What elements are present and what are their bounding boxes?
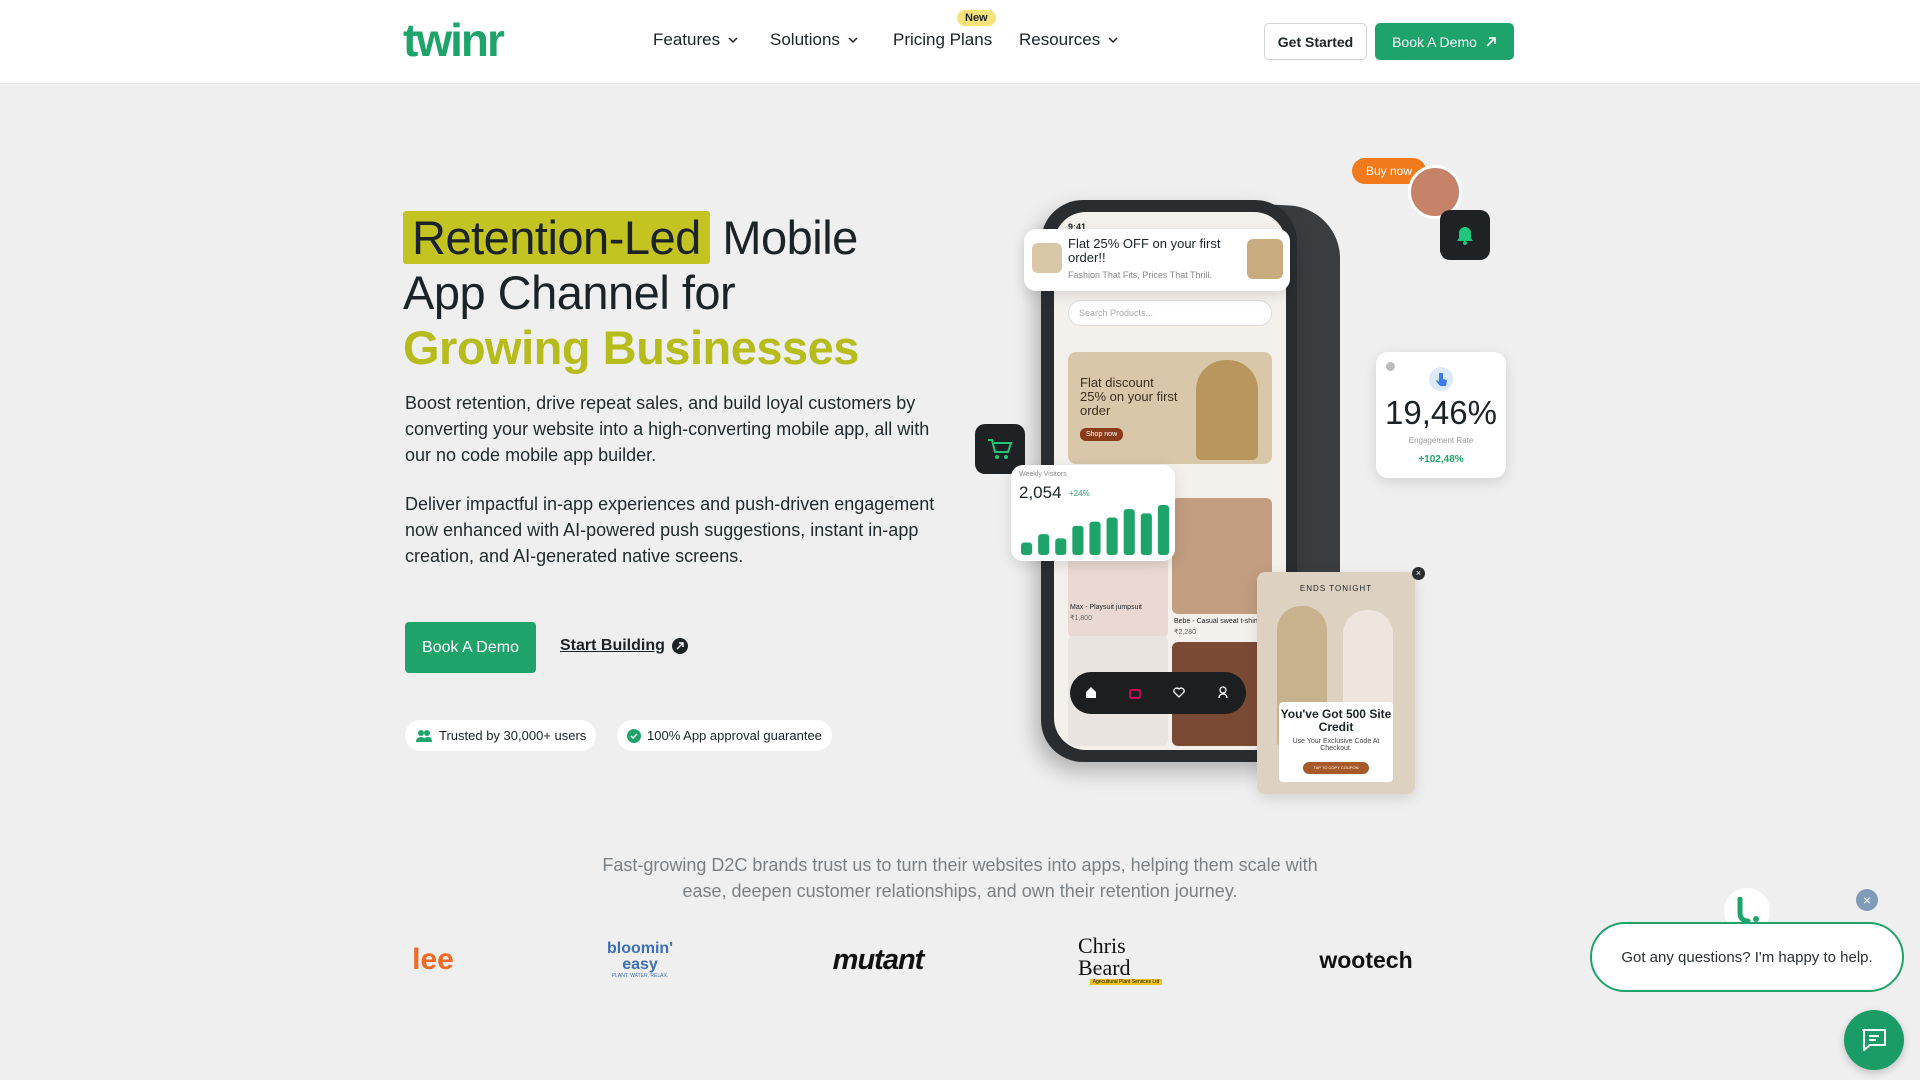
coupon-popup: ENDS TONIGHT You've Got 500 Site Credit … bbox=[1257, 572, 1415, 794]
check-circle-icon bbox=[627, 728, 641, 743]
engagement-delta: +102,48% bbox=[1418, 454, 1464, 465]
nav-pricing-plans[interactable]: Pricing Plans bbox=[893, 30, 992, 50]
top-navbar: twinr Features Solutions New Pricing Pla… bbox=[0, 0, 1920, 84]
product-2-name: Bebe - Casual sweat t-shirt bbox=[1174, 618, 1259, 625]
engagement-dot bbox=[1386, 362, 1395, 371]
nav-solutions-label: Solutions bbox=[770, 30, 840, 49]
visitors-bar bbox=[1123, 509, 1135, 555]
nav-pricing-label: Pricing Plans bbox=[893, 30, 993, 49]
brand-logo-wootech: wootech bbox=[1319, 946, 1413, 973]
chevron-down-icon bbox=[848, 37, 858, 44]
bag-icon bbox=[1129, 689, 1141, 699]
weekly-visitors-card: Weekly Visitors 2,054 +24% bbox=[1011, 465, 1175, 561]
new-badge: New bbox=[957, 10, 996, 26]
brand-logo-lee: lee bbox=[412, 943, 454, 976]
chat-close-icon[interactable]: × bbox=[1856, 889, 1878, 911]
chat-icon bbox=[1862, 1029, 1886, 1051]
product-2-price: ₹2,280 bbox=[1174, 629, 1196, 636]
product-1-name: Max - Playsuit jumpsuit bbox=[1070, 604, 1142, 611]
brand-logo-mutant: mutant bbox=[832, 943, 925, 976]
home-icon bbox=[1086, 687, 1096, 698]
nav-resources-label: Resources bbox=[1019, 30, 1101, 49]
visitors-bar bbox=[1021, 542, 1033, 555]
start-building-link[interactable]: Start Building bbox=[560, 637, 689, 655]
twinr-logo[interactable]: twinr bbox=[403, 18, 555, 62]
notification-tile bbox=[1440, 210, 1490, 260]
get-started-button[interactable]: Get Started bbox=[1264, 23, 1367, 60]
banner-shop-button: Shop now bbox=[1080, 428, 1124, 441]
visitors-bar bbox=[1140, 513, 1152, 555]
nav-resources[interactable]: Resources bbox=[1019, 30, 1120, 50]
trusted-users-text: Trusted by 30,000+ users bbox=[439, 728, 587, 743]
heart-icon bbox=[1173, 687, 1185, 698]
visitors-bar bbox=[1106, 517, 1118, 555]
hero-book-demo-button[interactable]: Book A Demo bbox=[405, 622, 536, 673]
chevron-down-icon bbox=[1108, 37, 1118, 44]
engagement-value: 19,46% bbox=[1385, 394, 1497, 431]
notification-app-icon bbox=[1032, 243, 1062, 273]
hero-paragraph-2: Deliver impactful in-app experiences and… bbox=[405, 494, 935, 566]
visitors-bar bbox=[1089, 521, 1101, 555]
nav-book-demo-button[interactable]: Book A Demo bbox=[1375, 23, 1514, 60]
arrow-circle-icon bbox=[671, 638, 688, 654]
brand-logo-chris-beard: Chris Beard Agricultural Plant Services … bbox=[1078, 935, 1174, 985]
app-banner: Flat discount 25% on your first order Sh… bbox=[1068, 352, 1272, 464]
headline-part1: Mobile bbox=[709, 211, 858, 264]
nav-book-demo-label: Book A Demo bbox=[1392, 33, 1477, 50]
nav-features-label: Features bbox=[653, 30, 721, 49]
start-building-label: Start Building bbox=[560, 637, 665, 654]
visitors-label: Weekly Visitors bbox=[1019, 471, 1067, 478]
visitors-bar bbox=[1038, 534, 1050, 555]
popup-subtitle: Use Your Exclusive Code At Checkout. bbox=[1292, 738, 1380, 752]
headline-highlight: Retention-Led bbox=[403, 211, 710, 264]
popup-title: You've Got 500 Site Credit bbox=[1280, 707, 1392, 734]
notification-title: Flat 25% OFF on your first order!! bbox=[1068, 236, 1221, 265]
notification-subtitle: Fashion That Fits, Prices That Thrill. bbox=[1068, 270, 1213, 280]
headline-line3: Growing Businesses bbox=[403, 321, 859, 374]
bell-icon bbox=[1457, 227, 1473, 245]
engagement-label: Engagement Rate bbox=[1408, 436, 1474, 445]
visitors-bar bbox=[1157, 505, 1169, 555]
touch-icon bbox=[1429, 367, 1453, 391]
approval-guarantee-pill: 100% App approval guarantee bbox=[617, 720, 832, 751]
user-icon bbox=[1218, 686, 1228, 699]
hero-paragraph-1: Boost retention, drive repeat sales, and… bbox=[405, 393, 930, 465]
headline-line2: App Channel for bbox=[403, 266, 736, 319]
product-1-price: ₹1,800 bbox=[1070, 615, 1092, 622]
users-icon bbox=[416, 729, 432, 742]
banner-text: Flat discount 25% on your first order bbox=[1080, 375, 1178, 418]
arrow-up-right-icon bbox=[1486, 36, 1496, 47]
engagement-rate-card: 19,46% Engagement Rate +102,48% bbox=[1376, 352, 1506, 478]
visitors-value: 2,054 bbox=[1019, 483, 1062, 502]
popup-ends-label: ENDS TONIGHT bbox=[1299, 584, 1373, 593]
app-bottom-nav bbox=[1070, 672, 1246, 714]
visitors-bar bbox=[1055, 538, 1067, 555]
hero-headline: Retention-Led Mobile App Channel for Gro… bbox=[403, 210, 963, 375]
trust-statement: Fast-growing D2C brands trust us to turn… bbox=[602, 855, 1318, 901]
nav-features[interactable]: Features bbox=[653, 30, 740, 50]
visitors-bar bbox=[1072, 525, 1084, 555]
nav-solutions[interactable]: Solutions bbox=[770, 30, 860, 50]
banner-model-image bbox=[1196, 360, 1258, 460]
cart-icon bbox=[988, 439, 1013, 459]
brand-logo-bloomin-easy: bloomin' easy PLANT. WATER. RELAX. bbox=[606, 940, 673, 980]
popup-copy-button: TAP TO COPY COUPON bbox=[1303, 762, 1369, 774]
approval-text: 100% App approval guarantee bbox=[647, 728, 822, 743]
trusted-users-pill: Trusted by 30,000+ users bbox=[405, 720, 597, 751]
popup-close-icon[interactable]: × bbox=[1412, 567, 1425, 580]
notification-thumbnail bbox=[1247, 239, 1283, 279]
visitors-bar-chart bbox=[1021, 505, 1169, 555]
chat-launcher-button[interactable] bbox=[1844, 1010, 1904, 1070]
visitors-delta: +24% bbox=[1069, 489, 1090, 498]
chevron-down-icon bbox=[728, 37, 738, 44]
app-search-input: Search Products... bbox=[1068, 300, 1272, 326]
twinr-mark-icon bbox=[1737, 897, 1759, 924]
popup-credit-box: You've Got 500 Site Credit Use Your Excl… bbox=[1279, 702, 1393, 782]
chat-greeting-bubble[interactable]: Got any questions? I'm happy to help. bbox=[1590, 922, 1904, 992]
svg-text:twinr: twinr bbox=[403, 18, 505, 62]
push-notification-card: Flat 25% OFF on your first order!! Fashi… bbox=[1024, 229, 1290, 291]
